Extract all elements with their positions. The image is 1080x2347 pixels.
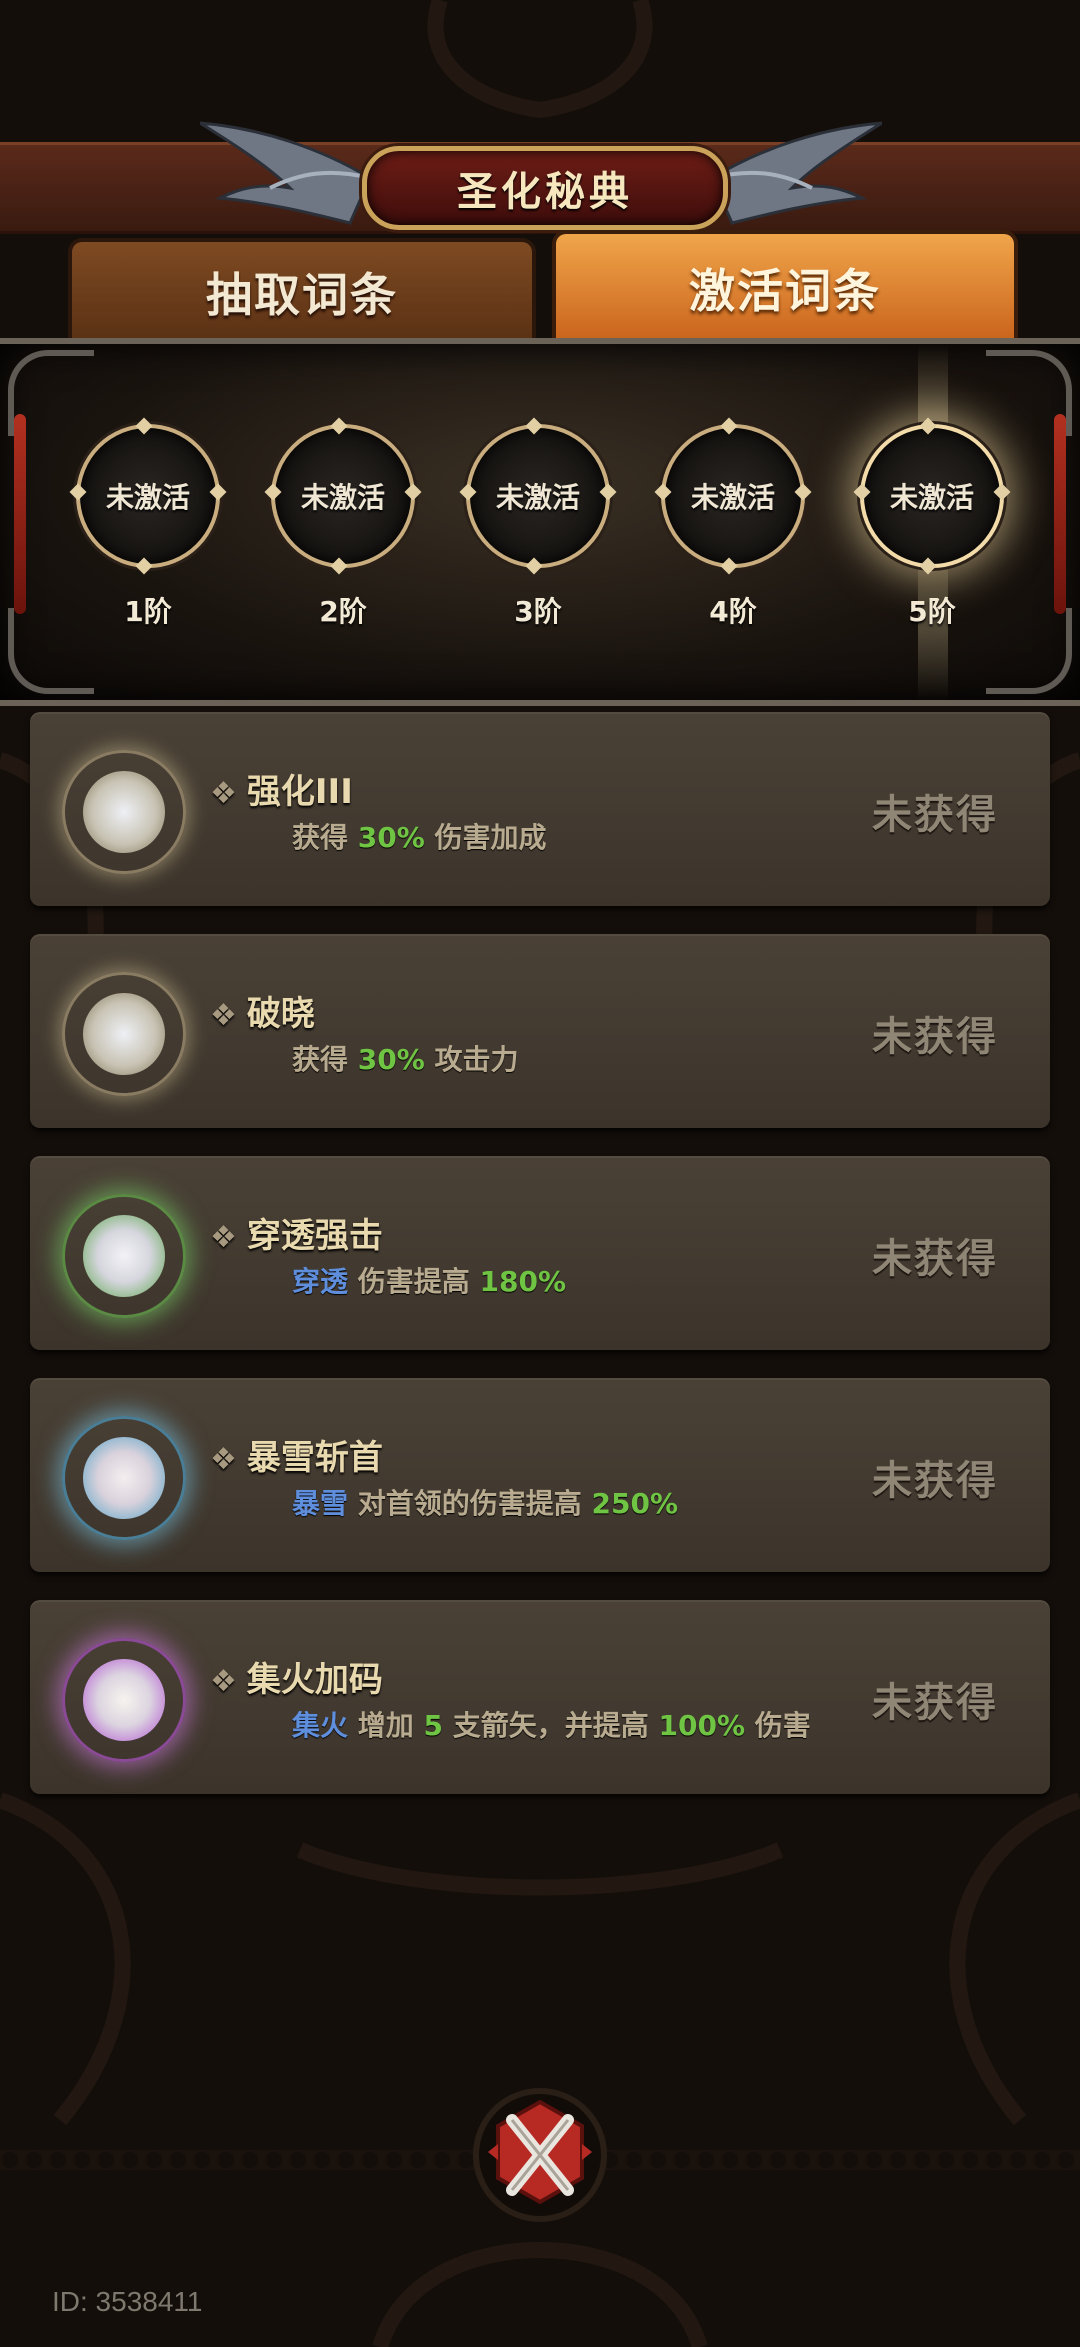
entry-description: 集火 增加 5 支箭矢，并提高 100% 伤害 bbox=[292, 1708, 852, 1744]
entry-name: 破晓 bbox=[246, 994, 315, 1034]
tier-label: 3阶 bbox=[514, 595, 562, 628]
tab-activate-entries[interactable]: 激活词条 bbox=[552, 230, 1018, 342]
tier-status: 未激活 bbox=[300, 481, 385, 514]
desc-value: 30% bbox=[357, 1043, 425, 1076]
entry-orb-icon bbox=[62, 972, 186, 1096]
entry-orb-icon bbox=[62, 750, 186, 874]
entry-status: 未获得 bbox=[872, 1236, 998, 1282]
wing-right-ornament bbox=[712, 121, 882, 225]
tab-draw-entries[interactable]: 抽取词条 bbox=[68, 238, 536, 342]
diamond-bullet-icon: ❖ bbox=[210, 776, 237, 811]
desc-text: 攻击力 bbox=[424, 1043, 519, 1076]
diamond-bullet-icon: ❖ bbox=[210, 998, 237, 1033]
entry-name: 穿透强击 bbox=[246, 1216, 383, 1256]
tier-status: 未激活 bbox=[105, 481, 190, 514]
entry-name: 暴雪斩首 bbox=[246, 1438, 383, 1478]
entry-card[interactable]: ❖ 强化III 获得 30% 伤害加成 未获得 bbox=[30, 712, 1050, 906]
desc-text: 获得 bbox=[292, 821, 358, 854]
entry-status: 未获得 bbox=[872, 1680, 998, 1726]
desc-value: 30% bbox=[357, 821, 425, 854]
desc-keyword: 集火 bbox=[292, 1709, 349, 1742]
entry-name: 强化III bbox=[246, 772, 353, 812]
tier-label: 5阶 bbox=[908, 595, 956, 628]
tier-1[interactable]: 未激活 1阶 bbox=[68, 417, 228, 630]
entry-description: 获得 30% 伤害加成 bbox=[292, 820, 872, 856]
close-x-icon[interactable] bbox=[470, 2080, 610, 2230]
entry-title: ❖ 暴雪斩首 bbox=[210, 1430, 383, 1479]
desc-keyword: 暴雪 bbox=[292, 1487, 349, 1520]
diamond-bullet-icon: ❖ bbox=[210, 1220, 237, 1255]
desc-keyword: 穿透 bbox=[292, 1265, 349, 1298]
tier-3[interactable]: 未激活 3阶 bbox=[458, 417, 618, 630]
tier-2[interactable]: 未激活 2阶 bbox=[263, 417, 423, 630]
entry-name: 集火加码 bbox=[246, 1660, 383, 1700]
entry-orb-icon bbox=[62, 1194, 186, 1318]
tier-status: 未激活 bbox=[889, 481, 974, 514]
desc-value: 5 bbox=[423, 1709, 443, 1742]
tier-5[interactable]: 未激活 5阶 bbox=[852, 417, 1012, 630]
tier-4[interactable]: 未激活 4阶 bbox=[653, 417, 813, 630]
user-id-label: ID: 3538411 bbox=[52, 2286, 203, 2317]
desc-value: 100% bbox=[658, 1709, 746, 1742]
entry-title: ❖ 集火加码 bbox=[210, 1652, 383, 1701]
tier-ring[interactable]: 未激活 bbox=[264, 417, 422, 575]
desc-value: 180% bbox=[479, 1265, 567, 1298]
entry-status: 未获得 bbox=[872, 1458, 998, 1504]
tier-label: 1阶 bbox=[124, 595, 172, 628]
diamond-bullet-icon: ❖ bbox=[210, 1442, 237, 1477]
entry-title: ❖ 强化III bbox=[210, 764, 353, 813]
panel-side-bar-right bbox=[1054, 414, 1066, 614]
diamond-bullet-icon: ❖ bbox=[210, 1664, 237, 1699]
tier-label: 4阶 bbox=[709, 595, 757, 628]
tier-status: 未激活 bbox=[690, 481, 775, 514]
entry-card[interactable]: ❖ 穿透强击 穿透 伤害提高 180% 未获得 bbox=[30, 1156, 1050, 1350]
entry-description: 穿透 伤害提高 180% bbox=[292, 1264, 872, 1300]
entry-status: 未获得 bbox=[872, 1014, 998, 1060]
desc-text: 伤害提高 bbox=[348, 1265, 480, 1298]
tier-ring[interactable]: 未激活 bbox=[69, 417, 227, 575]
entry-card[interactable]: ❖ 集火加码 集火 增加 5 支箭矢，并提高 100% 伤害 未获得 bbox=[30, 1600, 1050, 1794]
tier-ring[interactable]: 未激活 bbox=[853, 417, 1011, 575]
page-title: 圣化秘典 bbox=[362, 146, 728, 230]
entry-orb-icon bbox=[62, 1638, 186, 1762]
tier-panel: 未激活 1阶 未激活 2阶 未激活 3阶 未激活 4阶 未激活 5阶 bbox=[0, 338, 1080, 706]
entry-orb-icon bbox=[62, 1416, 186, 1540]
entry-card[interactable]: ❖ 暴雪斩首 暴雪 对首领的伤害提高 250% 未获得 bbox=[30, 1378, 1050, 1572]
desc-text: 支箭矢，并提高 bbox=[443, 1709, 659, 1742]
tab-label: 激活词条 bbox=[689, 264, 881, 318]
entry-description: 获得 30% 攻击力 bbox=[292, 1042, 872, 1078]
desc-text: 伤害 bbox=[745, 1709, 811, 1742]
entry-status: 未获得 bbox=[872, 792, 998, 838]
entry-card[interactable]: ❖ 破晓 获得 30% 攻击力 未获得 bbox=[30, 934, 1050, 1128]
entry-title: ❖ 破晓 bbox=[210, 986, 315, 1035]
desc-text: 对首领的伤害提高 bbox=[348, 1487, 592, 1520]
tier-ring[interactable]: 未激活 bbox=[459, 417, 617, 575]
desc-text: 增加 bbox=[348, 1709, 424, 1742]
tier-ring[interactable]: 未激活 bbox=[654, 417, 812, 575]
tier-status: 未激活 bbox=[495, 481, 580, 514]
panel-side-bar-left bbox=[14, 414, 26, 614]
desc-value: 250% bbox=[591, 1487, 679, 1520]
entry-title: ❖ 穿透强击 bbox=[210, 1208, 383, 1257]
desc-text: 获得 bbox=[292, 1043, 358, 1076]
tier-label: 2阶 bbox=[319, 595, 367, 628]
entry-description: 暴雪 对首领的伤害提高 250% bbox=[292, 1486, 872, 1522]
tab-label: 抽取词条 bbox=[206, 268, 398, 322]
desc-text: 伤害加成 bbox=[424, 821, 547, 854]
wing-left-ornament bbox=[200, 121, 370, 225]
